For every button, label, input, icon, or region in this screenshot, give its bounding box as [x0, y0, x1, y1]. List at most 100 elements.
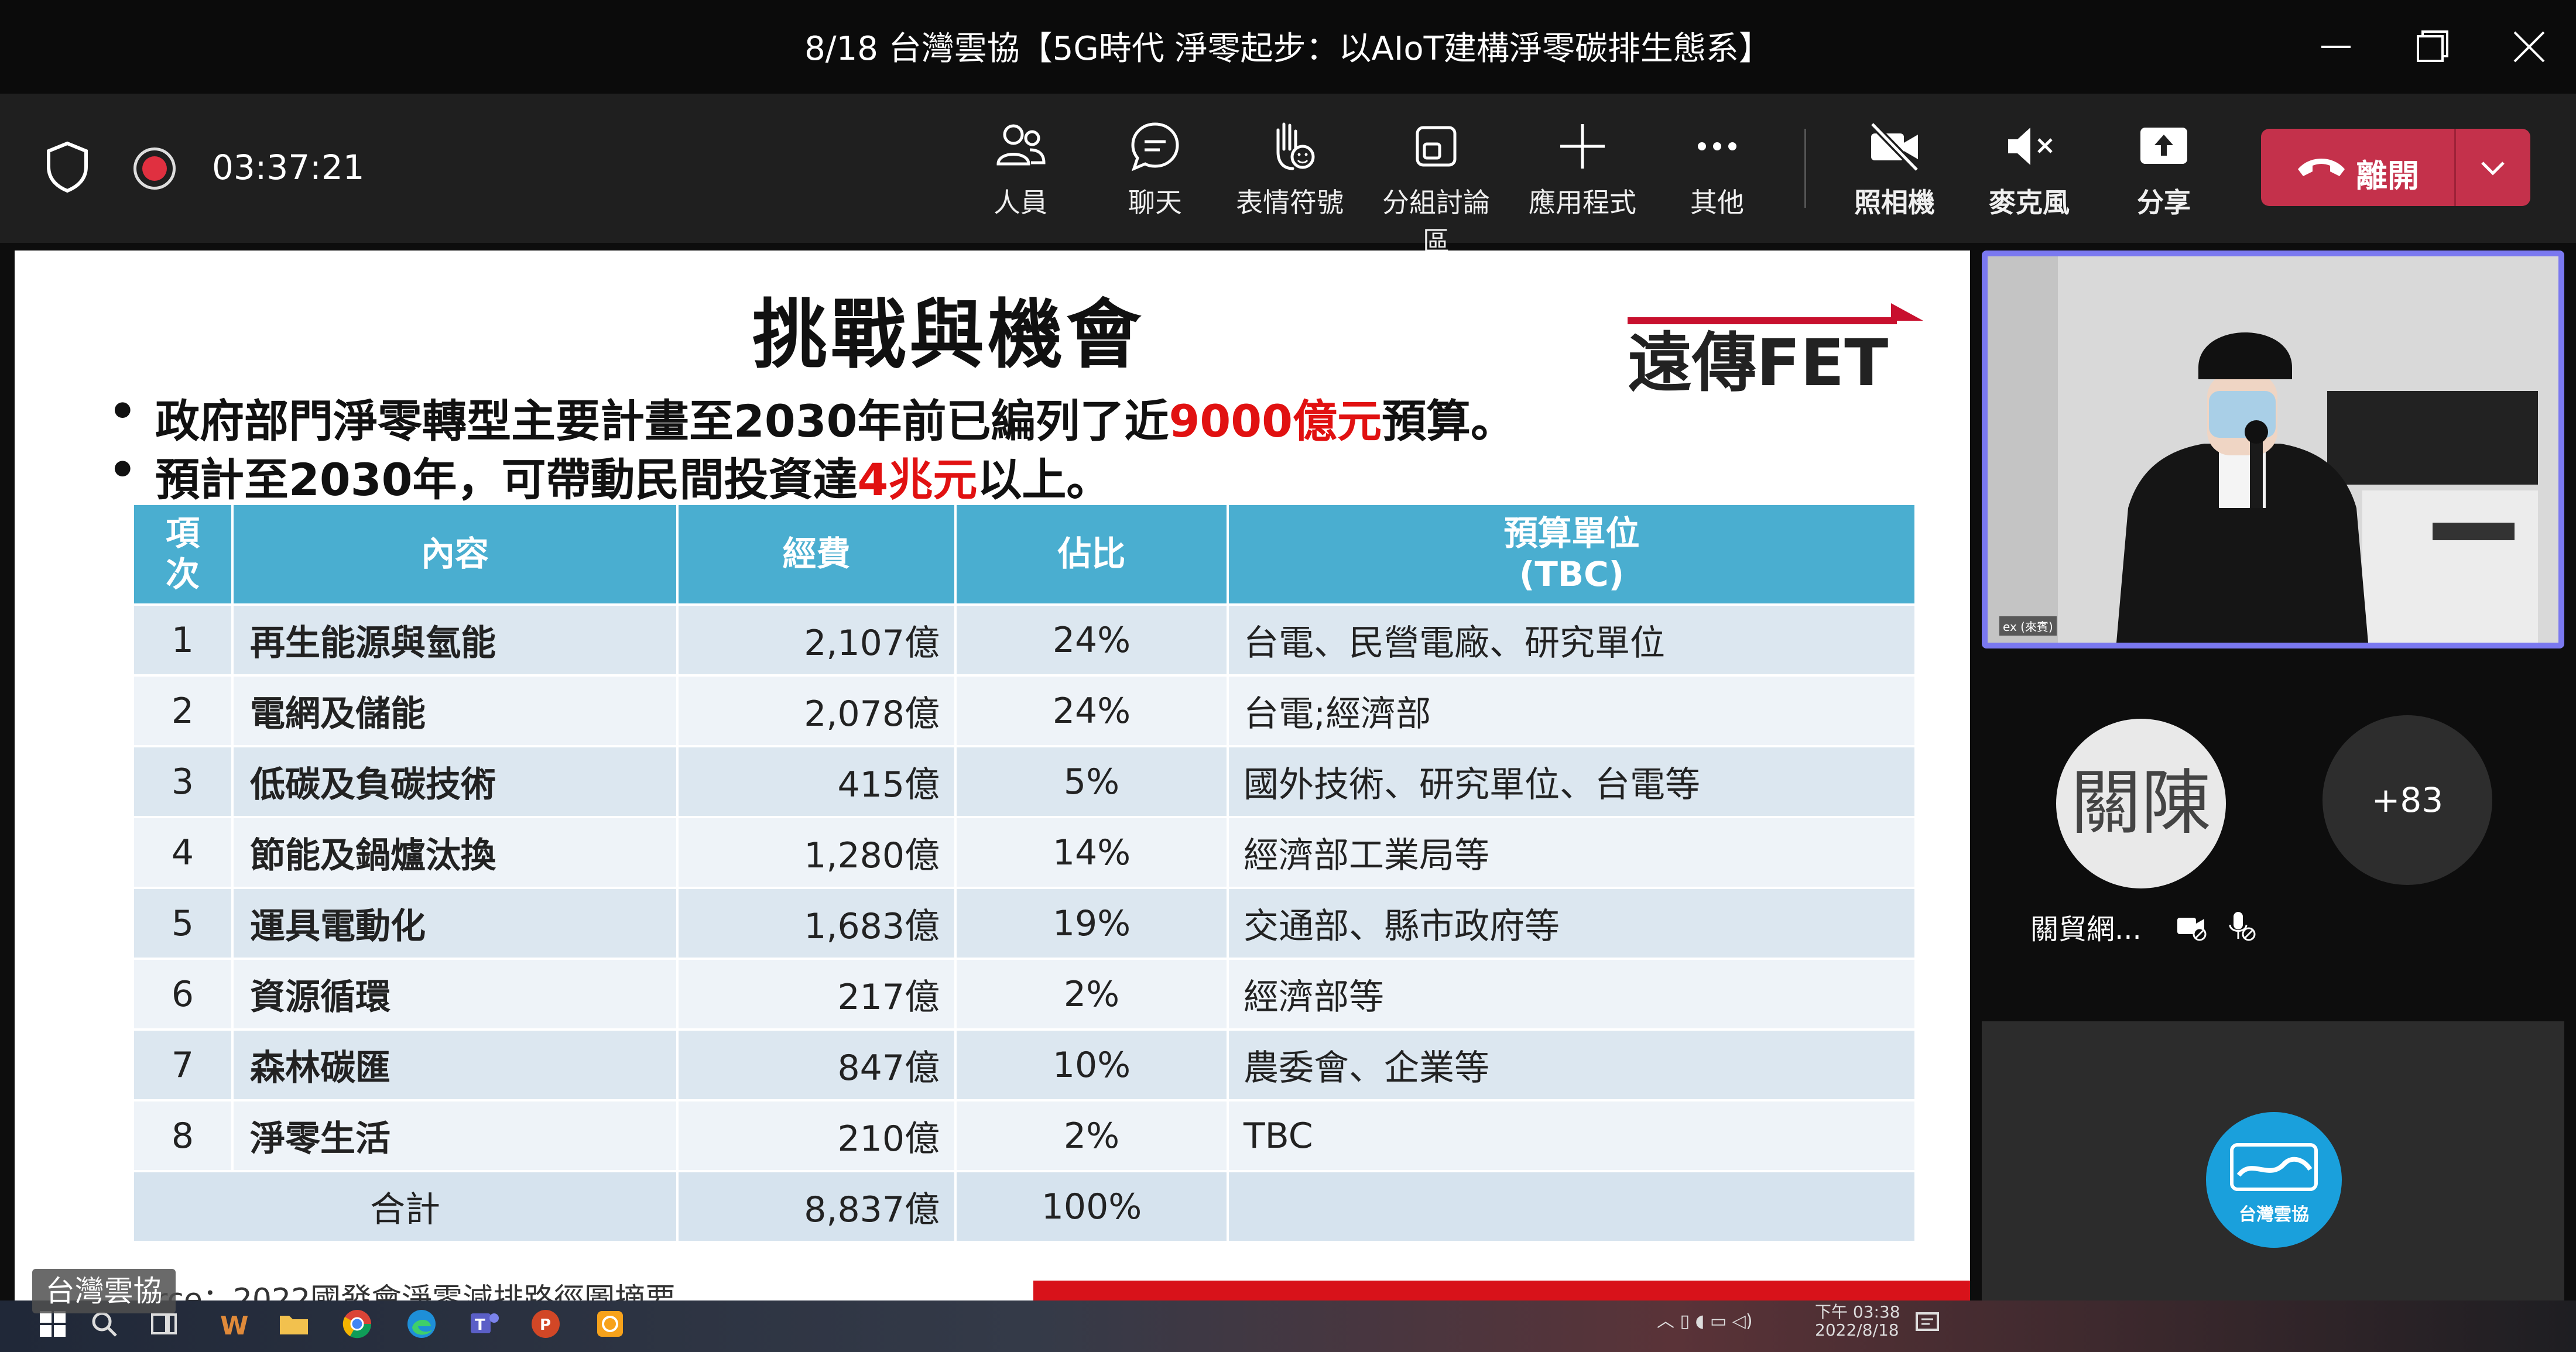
- bullet-2-text: 預計至2030年，可帶動民間投資達: [155, 454, 858, 506]
- camera-off-icon: [1869, 121, 1920, 173]
- bullet-1: 政府部門淨零轉型主要計畫至2030年前已編列了近9000億元預算。: [108, 385, 1516, 449]
- bullet-1-highlight: 9000億元: [1169, 395, 1382, 447]
- budget-table: 項次 內容 經費 佔比 預算單位 (TBC) 1 再生能源與氫能 2,107億 24% 台…: [132, 505, 1917, 1243]
- share-button[interactable]: 分享: [2099, 117, 2228, 222]
- header-item: 內容: [231, 505, 679, 606]
- bullet-2-highlight: 4兆元: [857, 454, 978, 506]
- svg-text:P: P: [540, 1316, 551, 1334]
- window-title: 8/18 台灣雲協【5G時代 淨零起步：以AIoT建構淨零碳排生態系】: [804, 30, 1772, 68]
- row-cost: 415億: [676, 745, 957, 818]
- leave-divider: [2454, 129, 2456, 206]
- row-unit: 經濟部工業局等: [1227, 816, 1917, 889]
- chat-label: 聊天: [1128, 187, 1182, 218]
- row-number: 8: [132, 1099, 234, 1172]
- row-item: 淨零生活: [231, 1099, 679, 1172]
- speaker-video[interactable]: ex (來賓): [1982, 251, 2564, 648]
- recording-icon: [133, 147, 176, 190]
- row-percent: 5%: [954, 745, 1229, 818]
- row-unit: 國外技術、研究單位、台電等: [1227, 745, 1917, 818]
- organizer-watermark: 台灣雲協: [32, 1269, 176, 1313]
- cloud-association-logo: 台灣雲協: [2206, 1112, 2342, 1248]
- leave-options-button[interactable]: [2471, 150, 2515, 185]
- total-unit: [1227, 1170, 1917, 1243]
- participant-avatar[interactable]: 關陳: [2056, 719, 2226, 888]
- svg-text:W: W: [220, 1311, 249, 1341]
- row-unit: 經濟部等: [1227, 958, 1917, 1031]
- row-unit: 台電;經濟部: [1227, 674, 1917, 747]
- table-header-row: 項次 內容 經費 佔比 預算單位 (TBC): [132, 505, 1917, 606]
- chat-button[interactable]: 聊天: [1091, 117, 1220, 222]
- more-label: 其他: [1690, 187, 1744, 218]
- row-percent: 2%: [954, 958, 1229, 1031]
- leave-button[interactable]: 離開: [2261, 129, 2454, 206]
- teams-icon[interactable]: T: [467, 1306, 502, 1341]
- apps-button[interactable]: 應用程式: [1518, 117, 1647, 222]
- row-item: 資源循環: [231, 958, 679, 1031]
- table-total-row: 合計 8,837億 100%: [132, 1170, 1917, 1243]
- more-participants-button[interactable]: +83: [2322, 715, 2492, 885]
- maximize-button[interactable]: [2403, 18, 2462, 76]
- row-percent: 2%: [954, 1099, 1229, 1172]
- row-item: 運具電動化: [231, 887, 679, 960]
- row-percent: 24%: [954, 603, 1229, 677]
- row-percent: 14%: [954, 816, 1229, 889]
- minimize-button[interactable]: [2307, 18, 2365, 76]
- svg-text:遠傳FET: 遠傳FET: [1628, 325, 1888, 400]
- app-icon-w[interactable]: W: [215, 1306, 251, 1341]
- table-row: 2 電網及儲能 2,078億 24% 台電;經濟部: [132, 674, 1917, 747]
- notification-icon[interactable]: [1913, 1309, 1941, 1337]
- bullet-1-tail: 預算。: [1382, 395, 1516, 447]
- header-no: 項次: [132, 505, 234, 606]
- slide-footer-bar: [1033, 1281, 1970, 1301]
- breakout-rooms-label: 分組討論區: [1382, 187, 1490, 257]
- mic-label: 麥克風: [1989, 187, 2070, 218]
- chrome-icon[interactable]: [340, 1306, 375, 1341]
- people-button[interactable]: 人員: [956, 117, 1085, 222]
- slide-source: rce：2022國發會淨零減排路徑圖摘要: [155, 1282, 676, 1301]
- toolbar-divider: [1804, 129, 1806, 208]
- taskbar-date: 2022/8/18: [1815, 1320, 1899, 1340]
- people-label: 人員: [994, 187, 1047, 218]
- captured-taskbar: [0, 1300, 2576, 1352]
- total-label: 合計: [132, 1170, 679, 1243]
- row-percent: 10%: [954, 1028, 1229, 1101]
- camera-button[interactable]: 照相機: [1830, 117, 1959, 222]
- app-icon-orange[interactable]: [592, 1306, 628, 1341]
- reactions-label: 表情符號: [1236, 187, 1344, 218]
- header-unit: 預算單位 (TBC): [1227, 505, 1917, 606]
- hang-up-icon: [2298, 159, 2345, 176]
- row-number: 7: [132, 1028, 234, 1101]
- breakout-rooms-button[interactable]: 分組討論區: [1372, 117, 1501, 257]
- leave-label: 離開: [2356, 157, 2419, 194]
- mic-off-small-icon: [2223, 908, 2258, 943]
- system-tray-icons[interactable]: ︿ ▯ ◖ ▭ ◁): [1657, 1306, 1753, 1332]
- folder-icon[interactable]: [276, 1306, 311, 1341]
- row-unit: 台電、民營電廠、研究單位: [1227, 603, 1917, 677]
- mic-button[interactable]: 麥克風: [1965, 117, 2094, 222]
- minimize-icon: [2321, 46, 2351, 48]
- row-unit: 農委會、企業等: [1227, 1028, 1917, 1101]
- edge-icon[interactable]: [404, 1306, 439, 1341]
- close-button[interactable]: [2500, 18, 2558, 76]
- reactions-button[interactable]: 表情符號: [1225, 117, 1354, 222]
- leave-button-group: 離開: [2261, 129, 2530, 206]
- row-number: 5: [132, 887, 234, 960]
- meeting-toolbar: 03:37:21 人員 聊天 表情符號 分組討論區 應用程式 其他 照相機 麥克…: [0, 94, 2576, 257]
- header-pct: 佔比: [954, 505, 1229, 606]
- chat-icon: [1131, 122, 1179, 171]
- more-button[interactable]: 其他: [1653, 117, 1782, 222]
- plus-icon: [1560, 124, 1605, 169]
- camera-off-small-icon: [2174, 908, 2209, 943]
- row-cost: 210億: [676, 1099, 957, 1172]
- row-cost: 2,107億: [676, 603, 957, 677]
- table-body: 1 再生能源與氫能 2,107億 24% 台電、民營電廠、研究單位 2 電網及儲能 2,078…: [132, 603, 1917, 1243]
- meeting-timer: 03:37:21: [212, 147, 365, 187]
- row-cost: 847億: [676, 1028, 957, 1101]
- row-unit: 交通部、縣市政府等: [1227, 887, 1917, 960]
- table-row: 4 節能及鍋爐汰換 1,280億 14% 經濟部工業局等: [132, 816, 1917, 889]
- shield-icon[interactable]: [44, 140, 91, 193]
- fet-logo: 遠傳FET: [1622, 297, 1926, 414]
- window-titlebar: 8/18 台灣雲協【5G時代 淨零起步：以AIoT建構淨零碳排生態系】: [0, 0, 2576, 94]
- powerpoint-icon[interactable]: P: [528, 1306, 563, 1341]
- table-row: 8 淨零生活 210億 2% TBC: [132, 1099, 1917, 1172]
